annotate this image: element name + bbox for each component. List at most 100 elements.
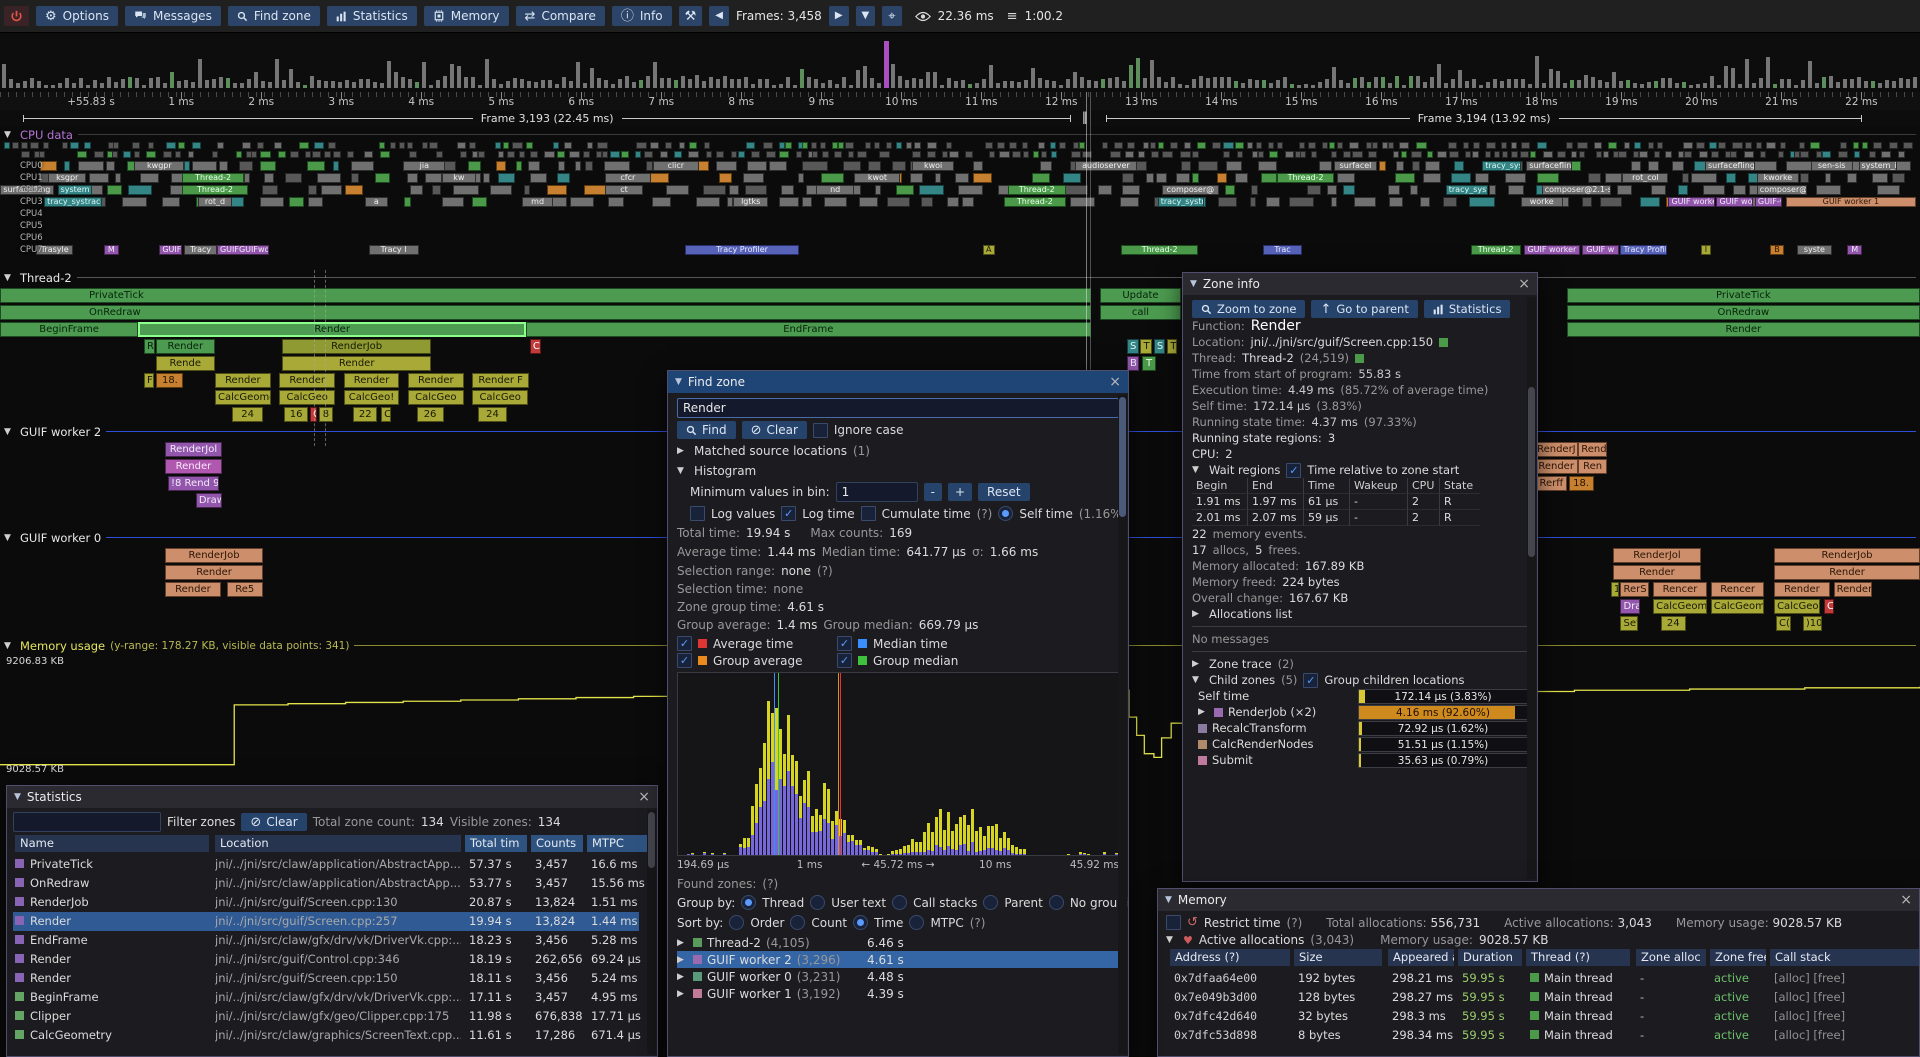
timeline-zone[interactable] bbox=[1718, 142, 1726, 149]
frame-bar[interactable] bbox=[1150, 60, 1154, 88]
frame-bar[interactable] bbox=[212, 79, 216, 88]
timeline-zone[interactable]: composer@ bbox=[1757, 185, 1807, 195]
timeline-zone[interactable] bbox=[727, 197, 733, 207]
frame-bar[interactable] bbox=[184, 80, 188, 88]
timeline-zone[interactable] bbox=[674, 151, 682, 158]
frame-bar[interactable] bbox=[1059, 85, 1063, 88]
timeline-zone[interactable]: kwoi bbox=[912, 161, 954, 171]
timeline-zone[interactable]: OnRedraw bbox=[0, 305, 1091, 320]
frame-bar[interactable] bbox=[1409, 76, 1413, 88]
frame-bar[interactable] bbox=[1542, 83, 1546, 88]
frame-bar[interactable] bbox=[1122, 81, 1126, 88]
frame-bar[interactable] bbox=[562, 77, 566, 88]
frame-bar[interactable] bbox=[1367, 82, 1371, 88]
timeline-zone[interactable] bbox=[716, 161, 737, 171]
timeline-zone[interactable] bbox=[1079, 142, 1086, 149]
timeline-zone[interactable] bbox=[285, 173, 302, 183]
timeline-zone[interactable] bbox=[483, 173, 489, 183]
child-zone-row[interactable]: ▶RenderJob (×2)4.16 ms (92.60%) bbox=[1192, 704, 1528, 720]
frame-bar[interactable] bbox=[1395, 76, 1399, 88]
clear-filter-button[interactable]: ⊘Clear bbox=[241, 813, 306, 831]
histogram-group-bar[interactable] bbox=[779, 779, 782, 855]
timeline-zone[interactable] bbox=[1337, 173, 1356, 183]
frame-bar[interactable] bbox=[1416, 76, 1420, 88]
frame-bar[interactable] bbox=[387, 61, 391, 88]
timeline-zone[interactable]: Render bbox=[279, 373, 335, 388]
frame-bar[interactable] bbox=[478, 85, 482, 88]
frame-bar[interactable] bbox=[765, 79, 769, 88]
timeline-zone[interactable] bbox=[583, 151, 590, 158]
timeline-zone[interactable] bbox=[1125, 151, 1134, 158]
timeline-zone[interactable] bbox=[407, 142, 413, 149]
timeline-zone[interactable] bbox=[729, 185, 739, 195]
timeline-zone[interactable] bbox=[1176, 173, 1190, 183]
timeline-zone[interactable] bbox=[512, 142, 523, 149]
self-time-checkbox[interactable] bbox=[998, 506, 1013, 521]
timeline-zone[interactable] bbox=[305, 151, 311, 158]
frame-bar[interactable] bbox=[317, 80, 321, 88]
cpu-data-section-header[interactable]: ▼CPU data bbox=[0, 127, 1920, 142]
found-zone-group[interactable]: ▶GUIF worker 2(3,296)4.61 s bbox=[677, 951, 1119, 968]
timeline-zone[interactable]: 18. bbox=[1569, 476, 1594, 491]
frame-bar[interactable] bbox=[1549, 69, 1553, 88]
timeline-zone[interactable] bbox=[128, 185, 152, 195]
timeline-zone[interactable] bbox=[1143, 142, 1149, 149]
frame-bar[interactable] bbox=[247, 79, 251, 88]
frame-bar[interactable] bbox=[30, 78, 34, 88]
timeline-zone[interactable] bbox=[1877, 185, 1900, 195]
timeline-zone[interactable]: RenderJol bbox=[1613, 548, 1701, 563]
timeline-zone[interactable] bbox=[1322, 142, 1328, 149]
table-row[interactable]: RenderJobjni/../jni/src/guif/Screen.cpp:… bbox=[13, 893, 639, 912]
frame-bar[interactable] bbox=[1577, 80, 1581, 88]
frame-bar[interactable] bbox=[709, 77, 713, 88]
timeline-zone[interactable] bbox=[123, 151, 131, 158]
timeline-zone[interactable] bbox=[324, 151, 331, 158]
frame-bar[interactable] bbox=[163, 83, 167, 88]
frame-bar[interactable] bbox=[947, 78, 951, 88]
collapse-icon[interactable]: ▼ bbox=[14, 792, 21, 802]
frame-bar[interactable] bbox=[366, 79, 370, 88]
frame-bar[interactable] bbox=[513, 78, 517, 88]
timeline-zone[interactable] bbox=[1059, 142, 1066, 149]
sort-by-radio-order[interactable] bbox=[729, 915, 744, 930]
timeline-zone[interactable] bbox=[30, 142, 39, 149]
frame-bar[interactable] bbox=[1192, 79, 1196, 88]
frame-bar[interactable] bbox=[1171, 77, 1175, 88]
timeline-zone[interactable]: OnRedraw bbox=[1567, 305, 1920, 320]
frame-bar[interactable] bbox=[1731, 68, 1735, 88]
timeline-zone[interactable] bbox=[1389, 197, 1403, 207]
frame-bar[interactable] bbox=[751, 84, 755, 88]
timeline-zone[interactable] bbox=[1744, 151, 1754, 158]
frame-bar[interactable] bbox=[1682, 82, 1686, 88]
timeline-zone[interactable]: jia bbox=[403, 161, 445, 171]
timeline-zone[interactable] bbox=[679, 142, 685, 149]
frame-bar[interactable] bbox=[1766, 57, 1770, 88]
compare-button[interactable]: ⇄Compare bbox=[516, 6, 605, 26]
options-button[interactable]: ⚙Options bbox=[36, 6, 118, 26]
timeline-zone[interactable]: )10 bbox=[1803, 616, 1822, 631]
histogram-group-bar[interactable] bbox=[759, 807, 762, 855]
min-bin-input[interactable] bbox=[836, 482, 918, 502]
info-button[interactable]: ⓘInfo bbox=[612, 6, 672, 26]
column-header-thread[interactable]: Thread (?) bbox=[1526, 949, 1630, 966]
timeline-zone[interactable] bbox=[821, 173, 844, 183]
frame-bar[interactable] bbox=[1843, 79, 1847, 88]
timeline-zone[interactable]: Rend bbox=[1578, 442, 1607, 457]
frame-bar[interactable] bbox=[975, 83, 979, 88]
child-zone-row[interactable]: CalcRenderNodes51.51 µs (1.15%) bbox=[1192, 736, 1528, 752]
scrollbar[interactable] bbox=[647, 810, 656, 1054]
frame-marker-left[interactable]: Frame 3,193 (22.45 ms) bbox=[23, 110, 1071, 126]
timeline-zone[interactable]: rot_d bbox=[198, 197, 233, 207]
scrollbar[interactable] bbox=[1527, 297, 1536, 879]
histogram-group-bar[interactable] bbox=[1011, 853, 1014, 855]
timeline-zone[interactable]: Sef bbox=[1620, 616, 1637, 631]
frame-bar[interactable] bbox=[1514, 79, 1518, 88]
timeline-zone[interactable]: syste bbox=[1797, 245, 1832, 255]
timeline-zone[interactable] bbox=[834, 151, 843, 158]
timeline-zone[interactable] bbox=[1022, 142, 1028, 149]
timeline-zone[interactable]: Render bbox=[138, 322, 526, 337]
frame-bar[interactable] bbox=[1283, 77, 1287, 88]
frame-bar[interactable] bbox=[1325, 79, 1329, 88]
histogram-group-bar[interactable] bbox=[903, 853, 906, 855]
timeline-zone[interactable] bbox=[689, 142, 696, 149]
